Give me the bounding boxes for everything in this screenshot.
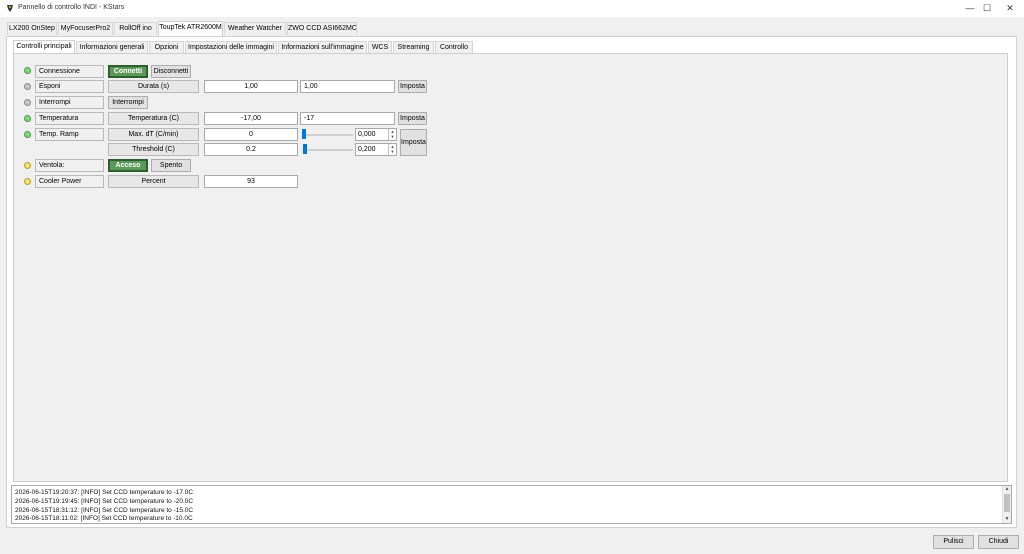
max-dt-slider-handle[interactable]	[302, 129, 306, 139]
max-dt-value: 0	[204, 128, 298, 141]
max-dt-spinbox[interactable]: 0,000 ▲ ▼	[355, 128, 397, 141]
fan-status-led	[24, 162, 31, 169]
log-line: 2026-06-15T19:19:45: [INFO] Set CCD temp…	[15, 498, 194, 505]
temp-ramp-label: Temp. Ramp	[35, 128, 104, 141]
scroll-up-icon[interactable]: ▲	[1003, 486, 1011, 493]
tab-controlli-principali[interactable]: Controlli principali	[13, 40, 75, 54]
abort-status-led	[24, 99, 31, 106]
scroll-down-icon[interactable]: ▼	[1003, 516, 1011, 523]
log-scrollbar-thumb[interactable]	[1004, 494, 1010, 512]
temperature-element-label: Temperatura (C)	[108, 112, 199, 125]
cooler-percent-label: Percent	[108, 175, 199, 188]
title-bar: Pannello di controllo INDI - KStars — ☐ …	[0, 0, 1024, 17]
threshold-slider-handle[interactable]	[303, 144, 307, 154]
temp-ramp-status-led	[24, 131, 31, 138]
tab-device-lx200-onstep[interactable]: LX200 OnStep	[7, 22, 57, 35]
tab-device-weather-watcher[interactable]: Weather Watcher	[224, 22, 286, 35]
connect-button[interactable]: Connetti	[108, 65, 148, 78]
threshold-label: Threshold (C)	[108, 143, 199, 156]
spin-arrows-icon[interactable]: ▲ ▼	[388, 129, 396, 140]
max-dt-spinbox-value: 0,000	[358, 131, 376, 138]
max-dt-label: Max. dT (C/min)	[108, 128, 199, 141]
tab-device-rolloff-ino[interactable]: RollOff ino	[114, 22, 157, 35]
spin-arrows-icon[interactable]: ▲ ▼	[388, 144, 396, 155]
temp-ramp-set-button[interactable]: Imposta	[400, 129, 427, 156]
tab-device-myfocuserpro2[interactable]: MyFocuserPro2	[58, 22, 113, 35]
close-window-button[interactable]: ✕	[998, 1, 1022, 16]
connection-label: Connessione	[35, 65, 104, 78]
tab-device-zwo-ccd-asi662mc[interactable]: ZWO CCD ASI662MC	[287, 22, 357, 35]
temperature-status-led	[24, 115, 31, 122]
log-line: 2026-06-15T18:31:12: [INFO] Set CCD temp…	[15, 507, 194, 514]
cooler-power-label: Cooler Power	[35, 175, 104, 188]
fan-label: Ventola:	[35, 159, 104, 172]
temperature-set-button[interactable]: Imposta	[398, 112, 427, 125]
log-scrollbar[interactable]: ▲ ▼	[1002, 486, 1011, 523]
exposure-duration-value: 1,00	[204, 80, 298, 93]
temperature-input[interactable]: -17	[300, 112, 395, 125]
log-line: 2026-06-15T18:11:02: [INFO] Set CCD temp…	[15, 515, 193, 522]
threshold-slider-track[interactable]	[302, 149, 353, 151]
connection-status-led	[24, 67, 31, 74]
fan-on-button[interactable]: Acceso	[108, 159, 148, 172]
exposure-duration-input[interactable]: 1,00	[300, 80, 395, 93]
close-panel-button[interactable]: Chiudi	[978, 535, 1019, 549]
cooler-power-status-led	[24, 178, 31, 185]
exposure-duration-label: Durata (s)	[108, 80, 199, 93]
expose-label: Esponi	[35, 80, 104, 93]
expose-set-button[interactable]: Imposta	[398, 80, 427, 93]
abort-label: Interrompi	[35, 96, 104, 109]
maximize-button[interactable]: ☐	[975, 1, 999, 16]
fan-off-button[interactable]: Spento	[151, 159, 191, 172]
cooler-percent-value: 93	[204, 175, 298, 188]
window-title: Pannello di controllo INDI - KStars	[18, 4, 125, 11]
kstars-app-icon	[6, 4, 14, 13]
clear-log-button[interactable]: Pulisci	[933, 535, 974, 549]
tab-device-touptek-atr2600m[interactable]: ToupTek ATR2600M	[158, 21, 223, 36]
disconnect-button[interactable]: Disconnetti	[151, 65, 191, 78]
threshold-value: 0.2	[204, 143, 298, 156]
temperature-label: Temperatura	[35, 112, 104, 125]
threshold-spinbox[interactable]: 0,200 ▲ ▼	[355, 143, 397, 156]
temperature-value: -17,00	[204, 112, 298, 125]
abort-exposure-button[interactable]: Interrompi	[108, 96, 148, 109]
max-dt-slider-track[interactable]	[302, 134, 353, 136]
message-log[interactable]: 2026-06-15T19:20:37: [INFO] Set CCD temp…	[11, 485, 1012, 524]
expose-status-led	[24, 83, 31, 90]
threshold-spinbox-value: 0,200	[358, 146, 376, 153]
log-line: 2026-06-15T19:20:37: [INFO] Set CCD temp…	[15, 489, 194, 496]
